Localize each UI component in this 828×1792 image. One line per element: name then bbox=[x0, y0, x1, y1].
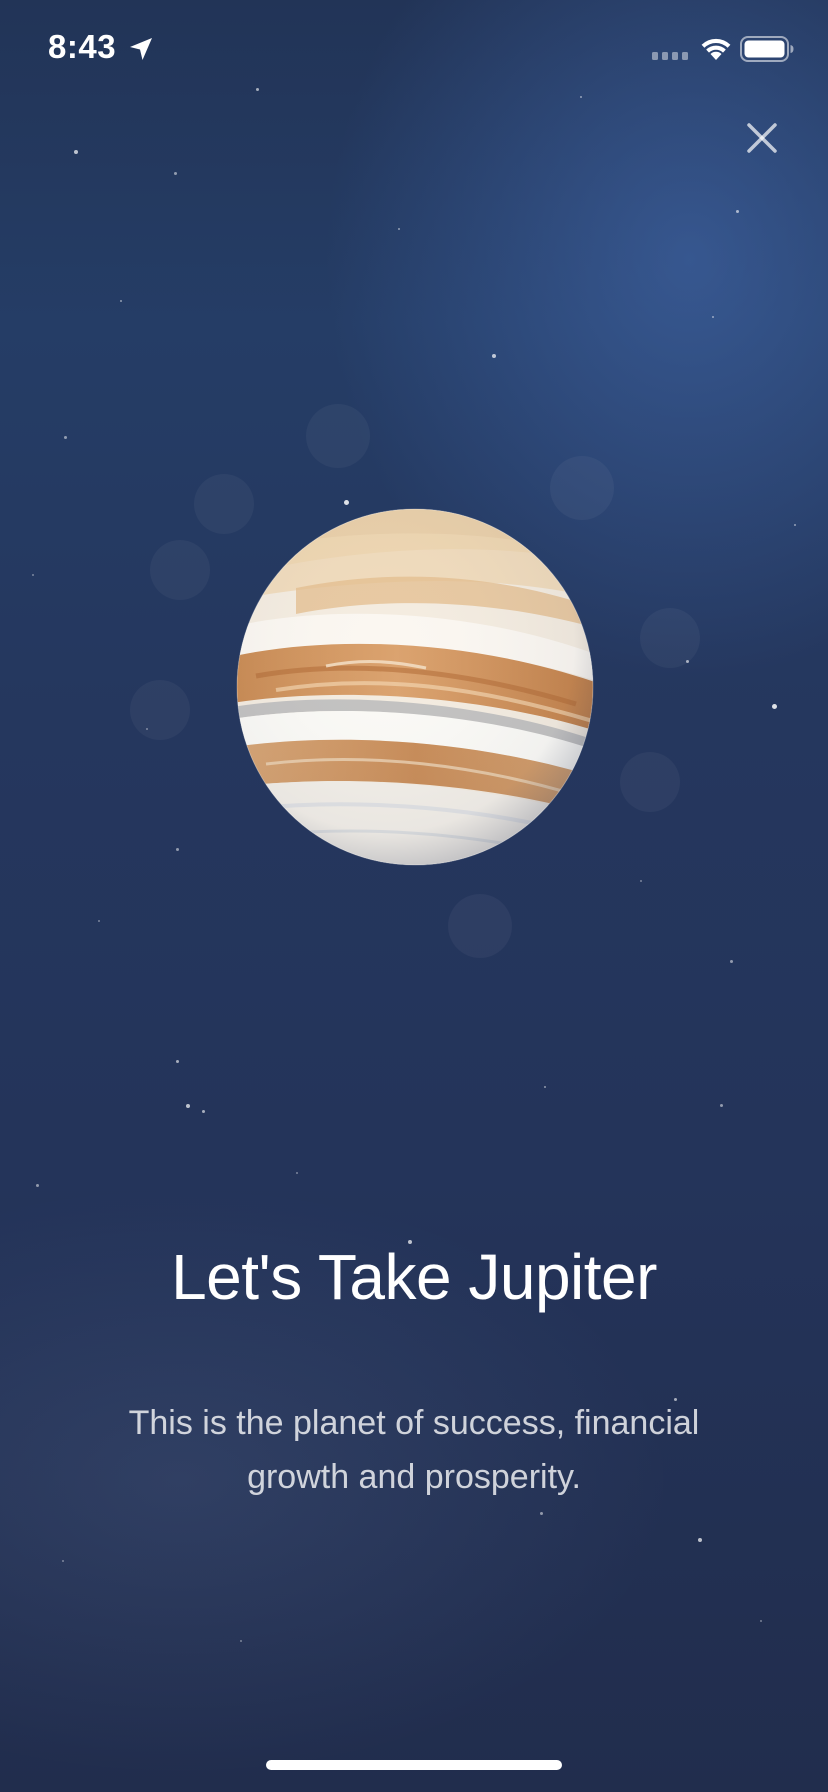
close-icon bbox=[747, 123, 777, 153]
home-indicator[interactable] bbox=[266, 1760, 562, 1770]
status-bar: 8:43 bbox=[0, 0, 828, 100]
battery-icon bbox=[740, 36, 794, 62]
jupiter-planet-image bbox=[236, 508, 594, 866]
onboarding-screen: 8:43 Let's Take Jupiter This is the plan… bbox=[0, 0, 828, 1792]
status-time: 8:43 bbox=[48, 28, 117, 65]
page-title: Let's Take Jupiter bbox=[171, 1241, 657, 1313]
page-description: This is the planet of success, financial… bbox=[128, 1404, 700, 1496]
close-button[interactable] bbox=[740, 116, 784, 160]
wifi-icon bbox=[701, 38, 731, 60]
location-arrow-icon bbox=[130, 38, 152, 60]
cellular-signal-icon bbox=[652, 52, 688, 60]
